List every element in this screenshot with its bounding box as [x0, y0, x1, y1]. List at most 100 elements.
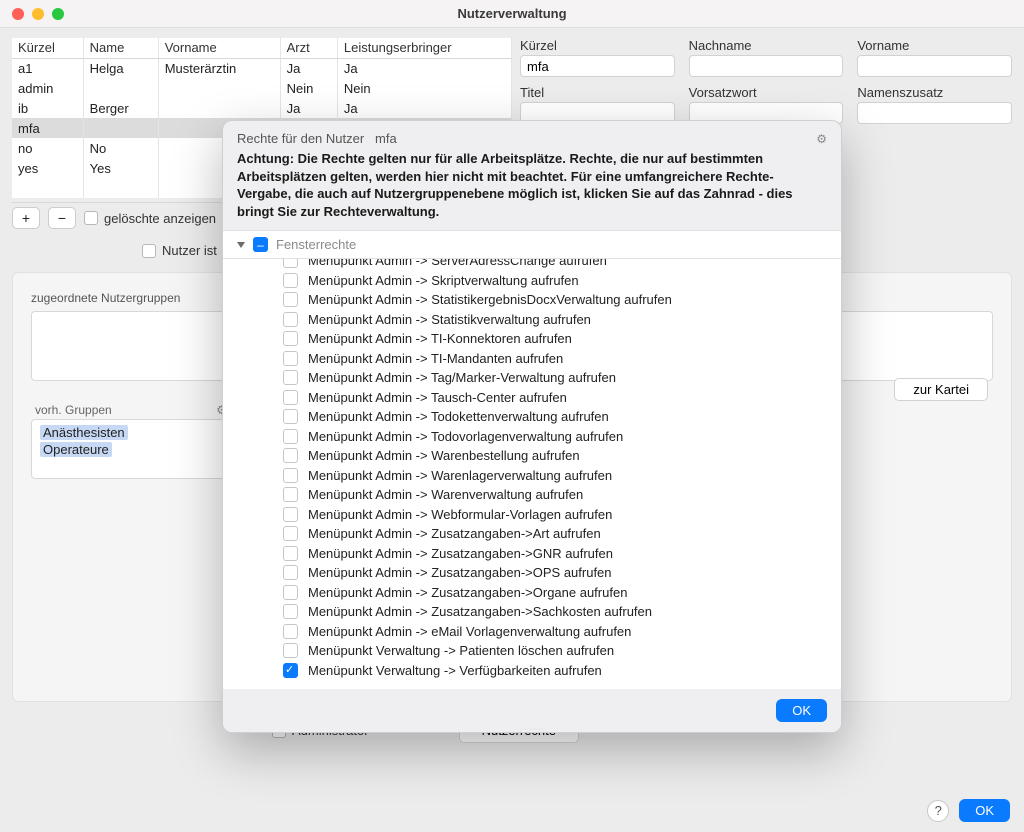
checkbox-icon[interactable]	[283, 273, 298, 288]
modal-title-prefix: Rechte für den Nutzer	[237, 131, 364, 146]
right-label: Menüpunkt Admin -> ServerAdressChange au…	[308, 259, 607, 268]
label-nachname: Nachname	[689, 38, 844, 53]
help-button[interactable]: ?	[927, 800, 949, 822]
rights-section-header[interactable]: – Fensterrechte	[223, 230, 841, 259]
checkbox-icon[interactable]	[283, 546, 298, 561]
table-cell: Nein	[280, 78, 337, 98]
indeterminate-icon: –	[253, 237, 268, 252]
zur-kartei-button[interactable]: zur Kartei	[894, 378, 988, 401]
right-label: Menüpunkt Admin -> Warenverwaltung aufru…	[308, 487, 583, 502]
th-name[interactable]: Name	[83, 38, 158, 58]
right-label: Menüpunkt Admin -> Zusatzangaben->Organe…	[308, 585, 627, 600]
show-deleted-checkbox[interactable]: gelöschte anzeigen	[84, 211, 216, 226]
checkbox-icon[interactable]	[283, 390, 298, 405]
available-groups-label: vorh. Gruppen	[35, 403, 112, 417]
table-cell	[83, 118, 158, 138]
checkbox-icon[interactable]	[283, 604, 298, 619]
popover-caret-icon	[520, 730, 544, 733]
input-namenszusatz[interactable]	[857, 102, 1012, 124]
right-label: Menüpunkt Admin -> Tag/Marker-Verwaltung…	[308, 370, 616, 385]
right-label: Menüpunkt Admin -> Webformular-Vorlagen …	[308, 507, 612, 522]
ok-button[interactable]: OK	[959, 799, 1010, 822]
checkbox-icon[interactable]	[283, 370, 298, 385]
table-row[interactable]: adminNeinNein	[12, 78, 512, 98]
table-cell: Berger	[83, 98, 158, 118]
right-label: Menüpunkt Admin -> StatistikergebnisDocx…	[308, 292, 672, 307]
right-row[interactable]: Menüpunkt Admin -> Tausch-Center aufrufe…	[223, 388, 841, 408]
table-cell: yes	[12, 158, 83, 178]
right-row[interactable]: Menüpunkt Admin -> Tag/Marker-Verwaltung…	[223, 368, 841, 388]
right-row[interactable]: Menüpunkt Admin -> TI-Mandanten aufrufen	[223, 349, 841, 369]
table-row[interactable]: a1HelgaMusterärztinJaJa	[12, 58, 512, 78]
label-vorsatzwort: Vorsatzwort	[689, 85, 844, 100]
right-row[interactable]: Menüpunkt Verwaltung -> Patienten lösche…	[223, 641, 841, 661]
right-row[interactable]: Menüpunkt Admin -> Webformular-Vorlagen …	[223, 505, 841, 525]
right-row[interactable]: Menüpunkt Admin -> Todokettenverwaltung …	[223, 407, 841, 427]
checkbox-icon[interactable]	[283, 448, 298, 463]
input-vorname[interactable]	[857, 55, 1012, 77]
checkbox-icon[interactable]	[283, 312, 298, 327]
right-row[interactable]: Menüpunkt Admin -> Warenlagerverwaltung …	[223, 466, 841, 486]
right-row[interactable]: Menüpunkt Admin -> Todovorlagenverwaltun…	[223, 427, 841, 447]
th-arzt[interactable]: Arzt	[280, 38, 337, 58]
input-nachname[interactable]	[689, 55, 844, 77]
table-cell	[158, 98, 280, 118]
table-row[interactable]: ibBergerJaJa	[12, 98, 512, 118]
group-item[interactable]: Anästhesisten	[32, 424, 230, 441]
th-kuerzel[interactable]: Kürzel	[12, 38, 83, 58]
checkbox-icon[interactable]	[283, 292, 298, 307]
input-kuerzel[interactable]	[520, 55, 675, 77]
right-row[interactable]: Menüpunkt Admin -> ServerAdressChange au…	[223, 259, 841, 271]
th-vorname[interactable]: Vorname	[158, 38, 280, 58]
remove-user-button[interactable]: −	[48, 207, 76, 229]
rights-list[interactable]: Menüpunkt Admin -> ServerAdressChange au…	[223, 259, 841, 689]
right-label: Menüpunkt Admin -> TI-Mandanten aufrufen	[308, 351, 563, 366]
checkbox-icon[interactable]	[283, 259, 298, 268]
checkbox-icon[interactable]	[283, 624, 298, 639]
table-cell: Ja	[337, 98, 511, 118]
right-row[interactable]: Menüpunkt Admin -> Statistikverwaltung a…	[223, 310, 841, 330]
right-row[interactable]: Menüpunkt Admin -> Zusatzangaben->Art au…	[223, 524, 841, 544]
group-item[interactable]: Operateure	[32, 441, 230, 458]
right-row[interactable]: Menüpunkt Admin -> Zusatzangaben->GNR au…	[223, 544, 841, 564]
checkbox-icon[interactable]	[283, 643, 298, 658]
table-cell: Ja	[280, 98, 337, 118]
right-row[interactable]: Menüpunkt Admin -> TI-Konnektoren aufruf…	[223, 329, 841, 349]
right-row[interactable]: Menüpunkt Admin -> StatistikergebnisDocx…	[223, 290, 841, 310]
checkbox-icon	[84, 211, 98, 225]
available-groups-list[interactable]: Anästhesisten Operateure	[31, 419, 231, 479]
add-user-button[interactable]: +	[12, 207, 40, 229]
table-cell: a1	[12, 58, 83, 78]
right-label: Menüpunkt Verwaltung -> Patienten lösche…	[308, 643, 614, 658]
show-deleted-label: gelöschte anzeigen	[104, 211, 216, 226]
modal-ok-button[interactable]: OK	[776, 699, 827, 722]
checkbox-icon[interactable]	[283, 526, 298, 541]
checkbox-icon[interactable]	[283, 351, 298, 366]
right-row[interactable]: Menüpunkt Admin -> eMail Vorlagenverwalt…	[223, 622, 841, 642]
right-label: Menüpunkt Admin -> Statistikverwaltung a…	[308, 312, 591, 327]
checkbox-icon[interactable]	[283, 507, 298, 522]
checkbox-icon[interactable]	[283, 409, 298, 424]
checkbox-icon[interactable]	[283, 331, 298, 346]
checkbox-icon[interactable]	[283, 565, 298, 580]
modal-warning: Achtung: Die Rechte gelten nur für alle …	[223, 150, 841, 230]
rights-modal: Rechte für den Nutzer mfa ⚙ Achtung: Die…	[222, 120, 842, 733]
right-label: Menüpunkt Admin -> Zusatzangaben->Art au…	[308, 526, 601, 541]
th-leist[interactable]: Leistungserbringer	[337, 38, 511, 58]
chevron-down-icon	[237, 242, 245, 248]
right-row[interactable]: Menüpunkt Admin -> Zusatzangaben->OPS au…	[223, 563, 841, 583]
right-row[interactable]: Menüpunkt Admin -> Zusatzangaben->Organe…	[223, 583, 841, 603]
right-row[interactable]: Menüpunkt Admin -> Zusatzangaben->Sachko…	[223, 602, 841, 622]
right-row[interactable]: Menüpunkt Admin -> Skriptverwaltung aufr…	[223, 271, 841, 291]
right-label: Menüpunkt Verwaltung -> Verfügbarkeiten …	[308, 663, 602, 678]
checkbox-icon[interactable]	[283, 663, 298, 678]
checkbox-icon[interactable]	[283, 429, 298, 444]
right-row[interactable]: Menüpunkt Verwaltung -> Verfügbarkeiten …	[223, 661, 841, 681]
checkbox-icon[interactable]	[283, 468, 298, 483]
right-row[interactable]: Menüpunkt Admin -> Warenbestellung aufru…	[223, 446, 841, 466]
table-cell: Musterärztin	[158, 58, 280, 78]
gear-icon[interactable]: ⚙	[816, 132, 827, 146]
checkbox-icon[interactable]	[283, 585, 298, 600]
right-row[interactable]: Menüpunkt Admin -> Warenverwaltung aufru…	[223, 485, 841, 505]
checkbox-icon[interactable]	[283, 487, 298, 502]
